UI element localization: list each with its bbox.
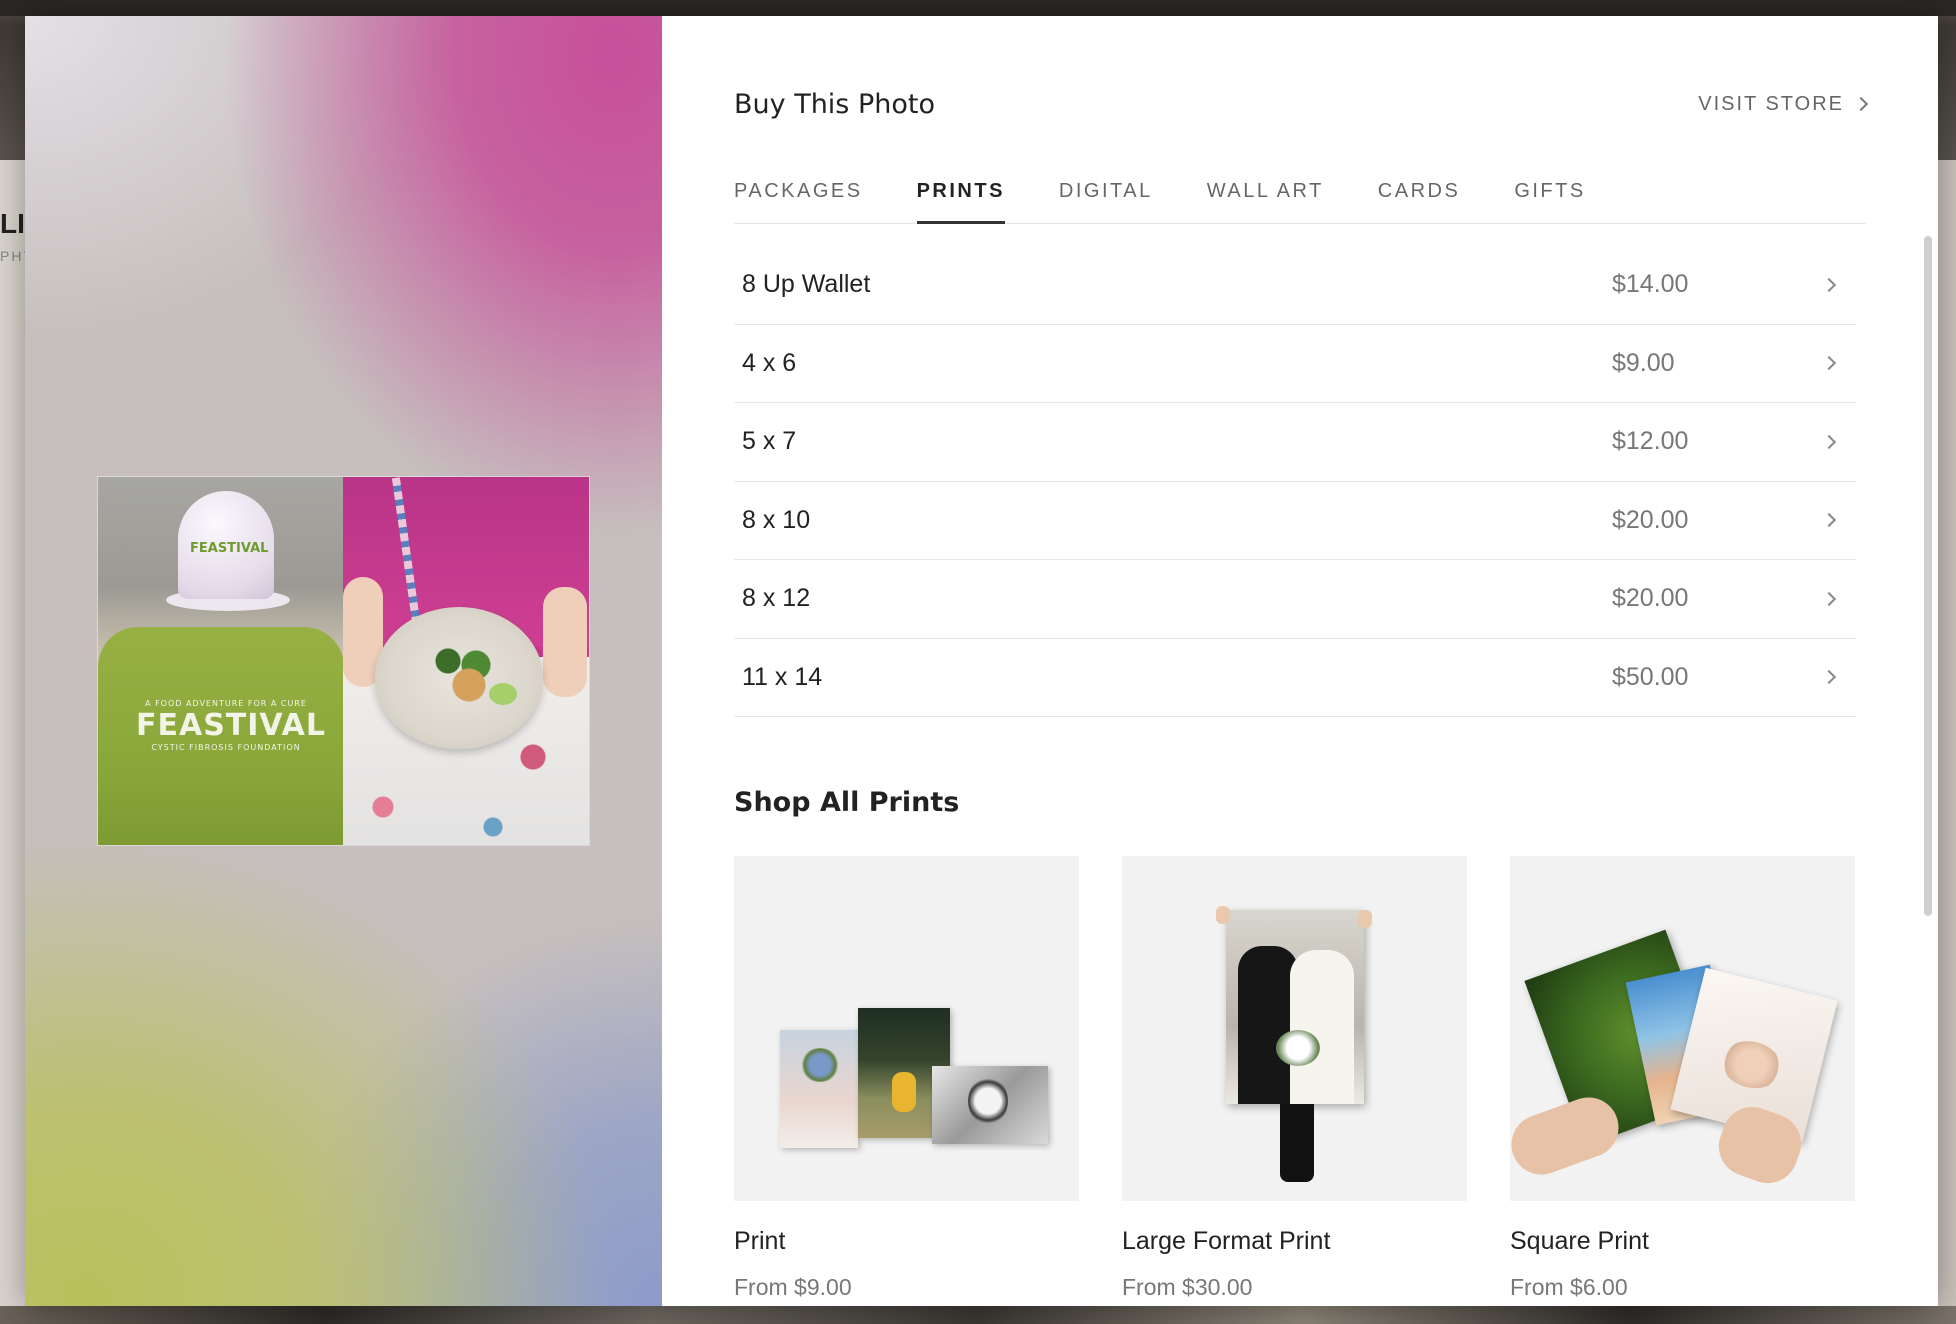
print-price: $50.00 <box>1612 662 1689 691</box>
backdrop-thumbnail-strip <box>0 1306 1956 1324</box>
visit-store-label: VISIT STORE <box>1698 92 1844 115</box>
print-row-5x7[interactable]: 5 x 7 $12.00 <box>734 403 1856 482</box>
photo-right-half <box>343 477 589 845</box>
holding-hand <box>1216 906 1230 924</box>
print-row-4x6[interactable]: 4 x 6 $9.00 <box>734 325 1856 403</box>
print-row-8-up-wallet[interactable]: 8 Up Wallet $14.00 <box>734 246 1856 325</box>
visit-store-link[interactable]: VISIT STORE <box>1698 92 1869 116</box>
backdrop-left-edge <box>0 160 26 1324</box>
product-card-large-format-print[interactable]: Large Format Print From $30.00 <box>1122 856 1467 1301</box>
product-card-square-print[interactable]: Square Print From $6.00 <box>1510 856 1855 1301</box>
shirt-main-text: FEASTIVAL <box>136 708 326 743</box>
backdrop-right-edge <box>1936 160 1956 1324</box>
chevron-right-icon <box>1821 356 1837 371</box>
sample-print-child <box>780 1030 858 1148</box>
food <box>427 637 497 717</box>
product-name: Square Print <box>1510 1227 1649 1255</box>
tab-wall-art[interactable]: WALL ART <box>1207 168 1324 223</box>
print-price: $9.00 <box>1612 348 1675 377</box>
selected-photo: FEASTIVAL A FOOD ADVENTURE FOR A CURE FE… <box>97 476 590 846</box>
product-image <box>1122 856 1467 1201</box>
shirt-print: A FOOD ADVENTURE FOR A CURE FEASTIVAL CY… <box>136 699 326 752</box>
print-name: 11 x 14 <box>742 662 823 691</box>
print-name: 5 x 7 <box>742 427 797 456</box>
panel-title: Buy This Photo <box>734 88 935 120</box>
tab-digital[interactable]: DIGITAL <box>1059 168 1153 223</box>
shop-all-prints-heading: Shop All Prints <box>734 787 960 818</box>
sample-wedding-print <box>1226 910 1364 1104</box>
product-price: From $9.00 <box>734 1274 852 1300</box>
purchase-panel: Buy This Photo VISIT STORE PACKAGES PRIN… <box>662 16 1938 1306</box>
panel-header: Buy This Photo VISIT STORE <box>734 82 1869 126</box>
backdrop-partial-title: LI <box>0 208 25 239</box>
print-size-list: 8 Up Wallet $14.00 4 x 6 $9.00 5 x 7 $12… <box>734 246 1856 717</box>
tab-gifts[interactable]: GIFTS <box>1514 168 1585 223</box>
print-name: 8 x 10 <box>742 505 811 534</box>
print-row-11x14[interactable]: 11 x 14 $50.00 <box>734 639 1856 717</box>
print-row-8x12[interactable]: 8 x 12 $20.00 <box>734 560 1856 639</box>
right-hand <box>543 587 587 697</box>
bride <box>1290 950 1354 1104</box>
chevron-right-icon <box>1821 434 1837 449</box>
scrollbar[interactable] <box>1924 236 1932 916</box>
print-name: 4 x 6 <box>742 348 797 377</box>
print-row-8x10[interactable]: 8 x 10 $20.00 <box>734 482 1856 560</box>
product-price: From $30.00 <box>1122 1274 1253 1300</box>
tab-prints[interactable]: PRINTS <box>916 168 1006 224</box>
buy-photo-modal: FEASTIVAL A FOOD ADVENTURE FOR A CURE FE… <box>25 16 1938 1306</box>
photo-left-half: FEASTIVAL A FOOD ADVENTURE FOR A CURE FE… <box>98 477 343 845</box>
chevron-right-icon <box>1821 277 1837 292</box>
lime-slice <box>489 683 517 705</box>
product-cards: Print From $9.00 Large Format Print From… <box>734 856 1866 1301</box>
print-name: 8 x 12 <box>742 584 811 613</box>
product-tabs: PACKAGES PRINTS DIGITAL WALL ART CARDS G… <box>734 168 1866 224</box>
product-card-print[interactable]: Print From $9.00 <box>734 856 1079 1301</box>
holding-hand <box>1358 910 1372 928</box>
chevron-right-icon <box>1821 670 1837 685</box>
legs <box>1280 1104 1314 1182</box>
print-price: $12.00 <box>1612 427 1689 456</box>
print-price: $20.00 <box>1612 584 1689 613</box>
product-name: Print <box>734 1227 786 1255</box>
print-price: $14.00 <box>1612 270 1689 299</box>
sample-print-bw-portrait <box>932 1066 1048 1144</box>
product-image <box>734 856 1079 1201</box>
shirt-top-text: A FOOD ADVENTURE FOR A CURE <box>145 699 307 708</box>
photo-preview-pane: FEASTIVAL A FOOD ADVENTURE FOR A CURE FE… <box>25 16 662 1306</box>
backdrop-top-strip <box>0 0 1956 16</box>
cap-logo-text: FEASTIVAL <box>190 541 269 556</box>
product-price: From $6.00 <box>1510 1274 1628 1300</box>
print-name: 8 Up Wallet <box>742 270 871 299</box>
tab-cards[interactable]: CARDS <box>1378 168 1461 223</box>
shirt-bottom-text: CYSTIC FIBROSIS FOUNDATION <box>151 743 301 752</box>
product-name: Large Format Print <box>1122 1227 1331 1255</box>
tab-packages[interactable]: PACKAGES <box>734 168 863 223</box>
groom <box>1238 946 1298 1104</box>
chevron-right-icon <box>1853 96 1869 112</box>
chevron-right-icon <box>1821 591 1837 606</box>
bouquet <box>1276 1030 1320 1066</box>
chevron-right-icon <box>1821 513 1837 528</box>
product-image <box>1510 856 1855 1201</box>
print-price: $20.00 <box>1612 505 1689 534</box>
